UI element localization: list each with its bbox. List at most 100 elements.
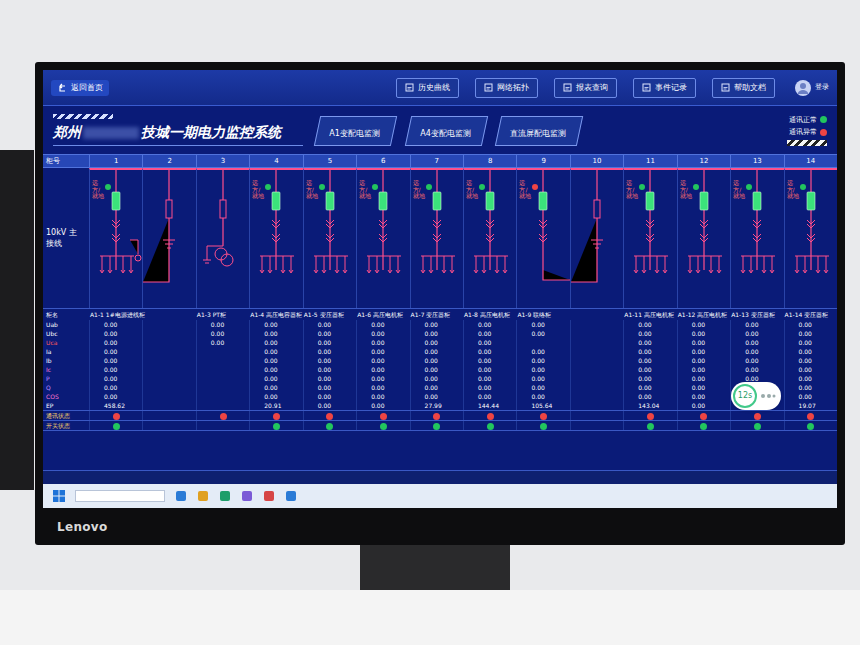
data-cell (142, 365, 195, 374)
taskbar-app-icon[interactable] (241, 490, 253, 502)
data-value: 0.00 (104, 383, 117, 392)
cabinet-number: 7 (410, 155, 463, 167)
remote-label: 远方/就地 (626, 180, 640, 200)
data-cell: 0.00 (89, 365, 142, 374)
data-cell: 144.44 (463, 401, 516, 410)
windows-start-icon (53, 490, 65, 502)
data-cell (142, 392, 195, 401)
data-cell: 0.00 (623, 374, 676, 383)
toolbar-button[interactable]: 报表查询 (554, 78, 617, 98)
taskbar-app-icon[interactable] (197, 490, 209, 502)
taskbar-app-icon[interactable] (175, 490, 187, 502)
title-stripes (53, 114, 113, 119)
data-value: 0.00 (745, 338, 758, 347)
data-value: 0.00 (425, 320, 438, 329)
data-cell: 0.00 (89, 320, 142, 329)
data-cell: 0.00 (249, 392, 302, 401)
back-button[interactable]: 返回首页 (51, 80, 109, 96)
data-value: 0.00 (478, 383, 491, 392)
data-value: 0.00 (264, 347, 277, 356)
data-cell: 0.00 (730, 320, 783, 329)
data-value: 0.00 (104, 356, 117, 365)
cabinet-number: 6 (356, 155, 409, 167)
data-cell: 0.00 (410, 365, 463, 374)
data-value: 0.00 (104, 347, 117, 356)
taskbar-app-icon[interactable] (219, 490, 231, 502)
toolbar-buttons: 历史曲线 网络拓扑 报表查询事件记录帮助文档 (396, 78, 775, 98)
tab[interactable]: A4变配电监测 (404, 116, 487, 146)
data-cell: 0.00 (677, 329, 730, 338)
data-cell: 0.00 (196, 338, 249, 347)
cabinet-number: 2 (142, 155, 195, 167)
data-cell: 0.00 (677, 320, 730, 329)
data-value: 143.04 (638, 401, 659, 410)
cabinet-name-cell: A1-9 联络柜 (516, 309, 569, 320)
status-dot (540, 423, 547, 430)
status-dot (326, 423, 333, 430)
data-value: 0.00 (692, 365, 705, 374)
taskbar-app-icon[interactable] (263, 490, 275, 502)
pc-case (0, 150, 34, 490)
name-row: 柜名A1-1 1#电源进线柜A1-3 PT柜A1-4 高压电容器柜A1-5 变压… (43, 308, 837, 320)
data-cell (142, 401, 195, 410)
legend-dot (820, 116, 827, 123)
status-dot (754, 423, 761, 430)
floating-widget[interactable]: 12s (731, 382, 781, 410)
data-cell: 0.00 (89, 347, 142, 356)
data-cell: 0.00 (784, 374, 837, 383)
data-value: 0.00 (799, 320, 812, 329)
status-dot (807, 423, 814, 430)
data-value: 0.00 (264, 329, 277, 338)
data-cell: 0.00 (516, 320, 569, 329)
data-cell (570, 347, 623, 356)
data-cell: 0.00 (303, 374, 356, 383)
data-value: 0.00 (799, 365, 812, 374)
toolbar-button[interactable]: 帮助文档 (712, 78, 775, 98)
toolbar-button-label: 历史曲线 (418, 82, 450, 94)
remote-label: 远方/就地 (252, 180, 266, 200)
data-cell: 0.00 (249, 329, 302, 338)
data-value: 0.00 (371, 347, 384, 356)
data-value: 0.00 (264, 383, 277, 392)
tab-label: 直流屏配电监测 (510, 128, 566, 140)
data-cell: 0.00 (249, 374, 302, 383)
user-login[interactable]: 登录 (795, 80, 829, 96)
toolbar-button[interactable]: 历史曲线 (396, 78, 459, 98)
data-value: 0.00 (692, 401, 705, 410)
data-value: 0.00 (638, 383, 651, 392)
legend-stripes (787, 140, 827, 146)
toolbar-button-label: 网络拓扑 (497, 82, 529, 94)
status-dot (273, 423, 280, 430)
data-cell: 0.00 (463, 320, 516, 329)
data-cell: 0.00 (784, 383, 837, 392)
status-dot (487, 423, 494, 430)
tab[interactable]: A1变配电监测 (314, 116, 397, 146)
data-cell: 0.00 (623, 329, 676, 338)
data-cell: 0.00 (303, 383, 356, 392)
toolbar-button[interactable]: 网络拓扑 (475, 78, 538, 98)
riser-circuit-icon (571, 170, 623, 306)
data-cell (570, 392, 623, 401)
taskbar-app-icon[interactable] (285, 490, 297, 502)
cabinet-name: A1-11 高压电机柜 (624, 310, 674, 319)
data-cell: 0.00 (356, 338, 409, 347)
data-value: 0.00 (638, 338, 651, 347)
data-value: 0.00 (478, 347, 491, 356)
data-cell: 0.00 (730, 356, 783, 365)
data-value: 0.00 (104, 374, 117, 383)
data-value: 0.00 (745, 320, 758, 329)
data-cell (570, 365, 623, 374)
toolbar-button[interactable]: 事件记录 (633, 78, 696, 98)
data-cell: 0.00 (516, 329, 569, 338)
data-cell: 0.00 (730, 338, 783, 347)
status-dot (647, 423, 654, 430)
legend-dot (820, 129, 827, 136)
status-dot (487, 413, 494, 420)
tab[interactable]: 直流屏配电监测 (495, 116, 583, 146)
data-value: 0.00 (638, 365, 651, 374)
data-cell: 0.00 (623, 365, 676, 374)
cabinet-number: 10 (570, 155, 623, 167)
status-row: 开关状态 (43, 420, 837, 430)
remote-dot (426, 184, 432, 190)
taskbar-search[interactable] (75, 490, 165, 502)
